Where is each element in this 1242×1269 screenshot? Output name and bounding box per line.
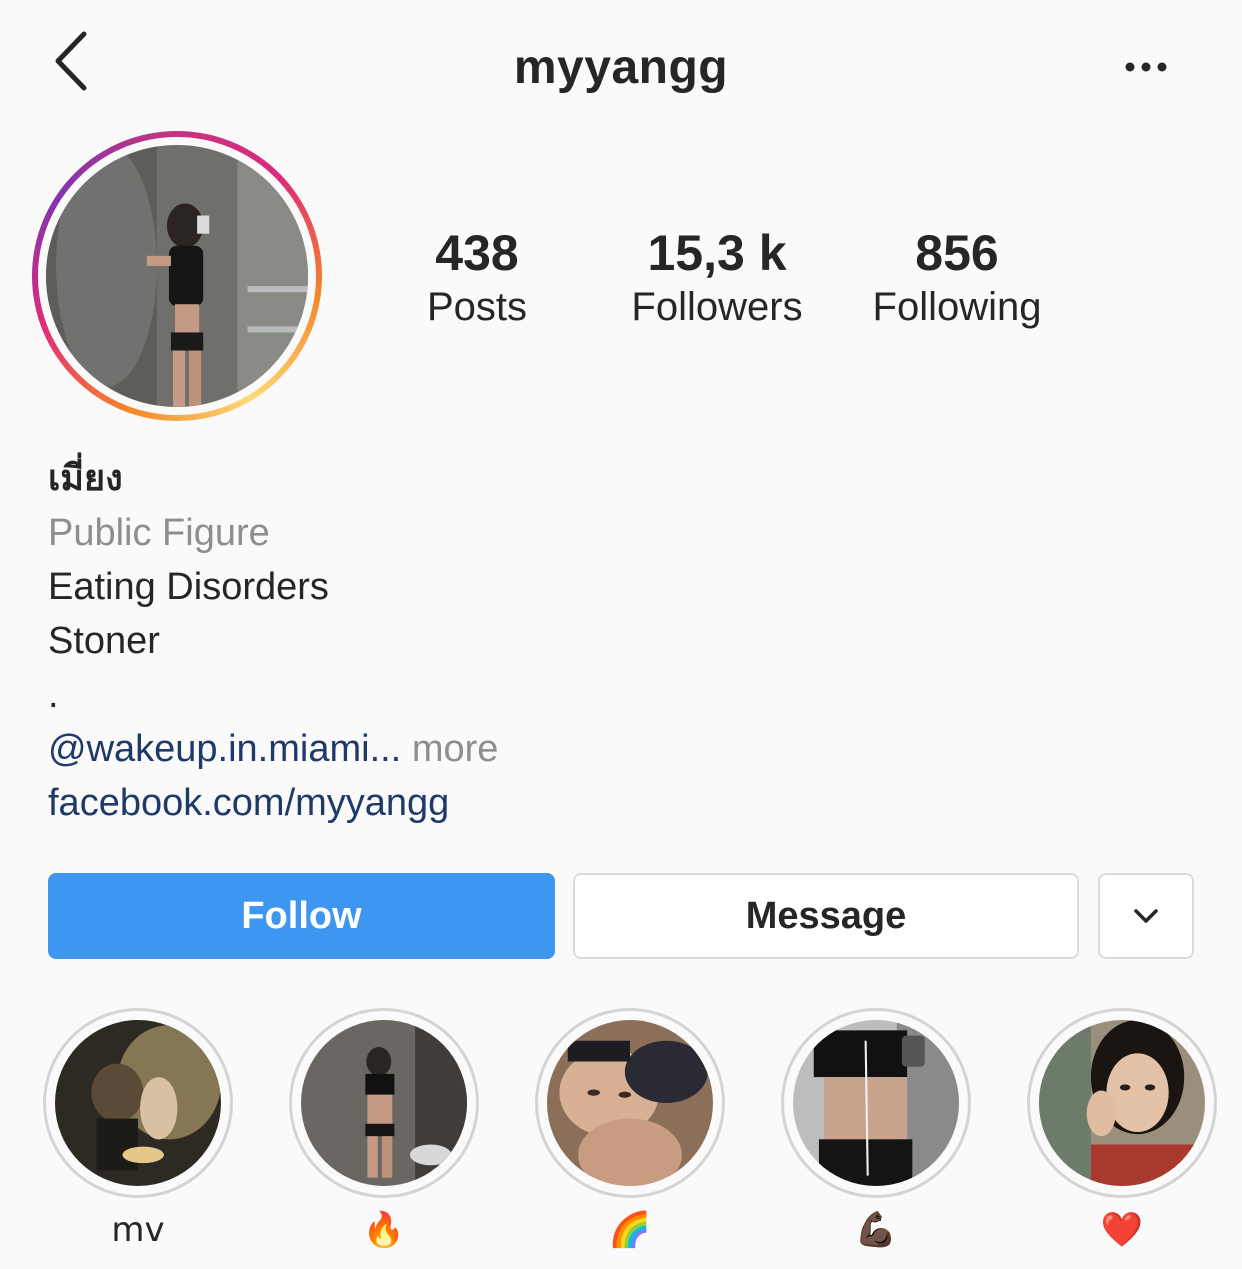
posts-label: Posts xyxy=(426,285,528,329)
more-horizontal-icon xyxy=(1125,62,1167,72)
avatar-photo xyxy=(46,145,308,407)
highlight-cover xyxy=(301,1020,467,1186)
story-highlight[interactable]: 💪🏿 xyxy=(781,1008,971,1252)
bio-line: Eating Disorders xyxy=(48,566,329,608)
story-highlight[interactable]: mv xyxy=(43,1008,233,1252)
follow-button[interactable]: Follow xyxy=(48,873,555,959)
profile-name: เมี่ยง xyxy=(48,458,123,499)
posts-count: 438 xyxy=(435,225,519,281)
stat-posts[interactable]: 438 Posts xyxy=(357,224,597,332)
profile-bio: เมี่ยง Public Figure Eating Disorders St… xyxy=(48,452,1198,830)
followers-count: 15,3 k xyxy=(647,225,787,281)
highlight-cover xyxy=(793,1020,959,1186)
following-count: 856 xyxy=(915,225,999,281)
story-highlight[interactable]: ❤️ xyxy=(1027,1008,1217,1252)
highlight-label: mv xyxy=(111,1210,165,1250)
bio-line: . xyxy=(48,674,59,716)
highlight-label: 💪🏿 xyxy=(854,1210,898,1250)
more-options-button[interactable] xyxy=(1118,52,1174,82)
story-highlight[interactable]: 🌈 xyxy=(535,1008,725,1252)
suggested-dropdown-button[interactable] xyxy=(1098,873,1194,959)
bio-line: Stoner xyxy=(48,620,160,662)
bio-more-link[interactable]: more xyxy=(412,728,499,770)
stat-followers[interactable]: 15,3 k Followers xyxy=(597,224,837,332)
highlight-label: 🔥 xyxy=(362,1210,406,1250)
following-label: Following xyxy=(872,285,1042,329)
highlight-cover xyxy=(55,1020,221,1186)
bio-website-link[interactable]: facebook.com/myyangg xyxy=(48,776,1198,830)
page-title: myyangg xyxy=(513,41,729,94)
profile-avatar[interactable] xyxy=(32,131,322,421)
highlight-cover xyxy=(1039,1020,1205,1186)
bio-mention-link[interactable]: @wakeup.in.miami... xyxy=(48,728,401,770)
highlight-cover xyxy=(547,1020,713,1186)
profile-category: Public Figure xyxy=(48,512,270,554)
story-highlight[interactable]: 🔥 xyxy=(289,1008,479,1252)
followers-label: Followers xyxy=(631,285,803,329)
profile-header: myyangg xyxy=(0,0,1242,130)
message-button[interactable]: Message xyxy=(573,873,1079,959)
highlight-label: ❤️ xyxy=(1100,1210,1144,1250)
chevron-down-icon xyxy=(1134,909,1158,923)
stat-following[interactable]: 856 Following xyxy=(837,224,1077,332)
highlight-label: 🌈 xyxy=(608,1210,652,1250)
